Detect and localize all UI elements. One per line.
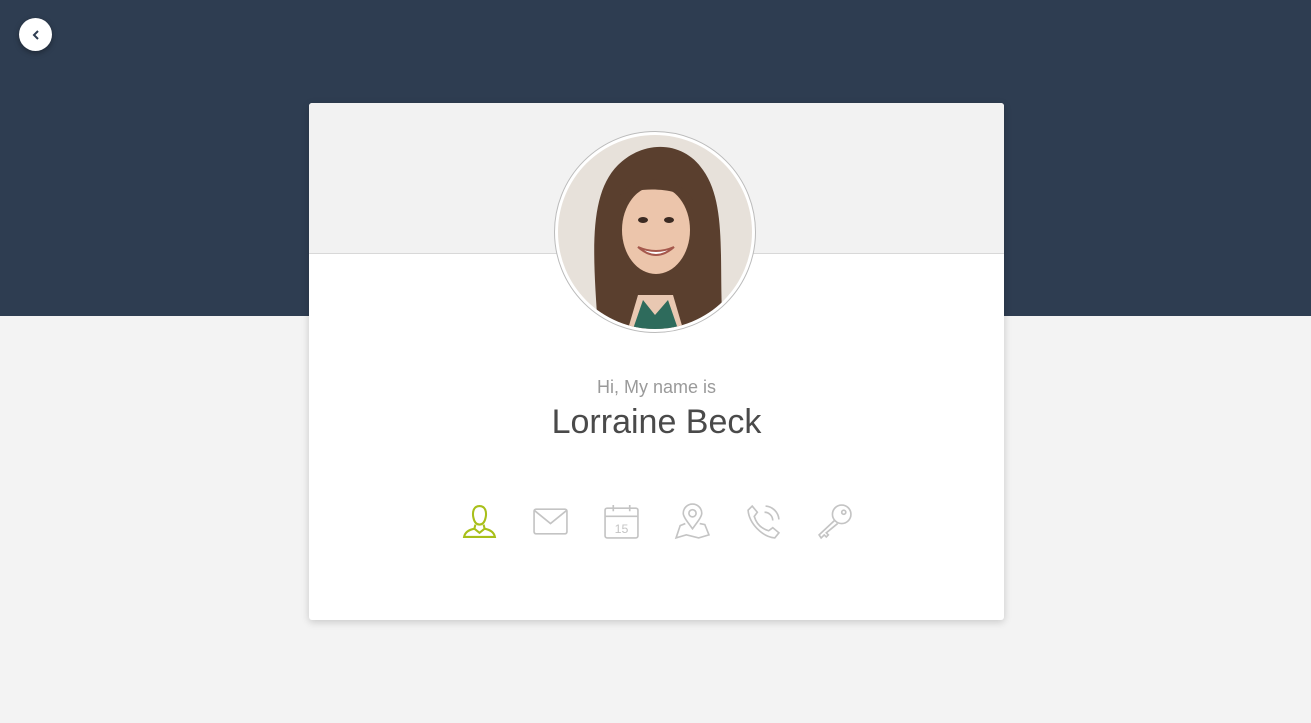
key-icon[interactable] bbox=[816, 503, 853, 540]
mail-icon[interactable] bbox=[532, 503, 569, 540]
map-pin-icon[interactable] bbox=[674, 503, 711, 540]
phone-icon[interactable] bbox=[745, 503, 782, 540]
info-icon-bar: 15 bbox=[309, 503, 1004, 540]
profile-card: Hi, My name is Lorraine Beck 15 bbox=[309, 103, 1004, 620]
back-button[interactable] bbox=[19, 18, 52, 51]
user-icon[interactable] bbox=[461, 503, 498, 540]
profile-name: Lorraine Beck bbox=[551, 403, 762, 441]
avatar bbox=[554, 131, 756, 333]
greeting-text: Hi, My name is bbox=[596, 377, 717, 397]
chevron-left-icon bbox=[32, 29, 39, 40]
calendar-date-text: 15 bbox=[614, 522, 628, 536]
avatar-photo bbox=[558, 135, 752, 329]
calendar-icon[interactable]: 15 bbox=[603, 503, 640, 540]
